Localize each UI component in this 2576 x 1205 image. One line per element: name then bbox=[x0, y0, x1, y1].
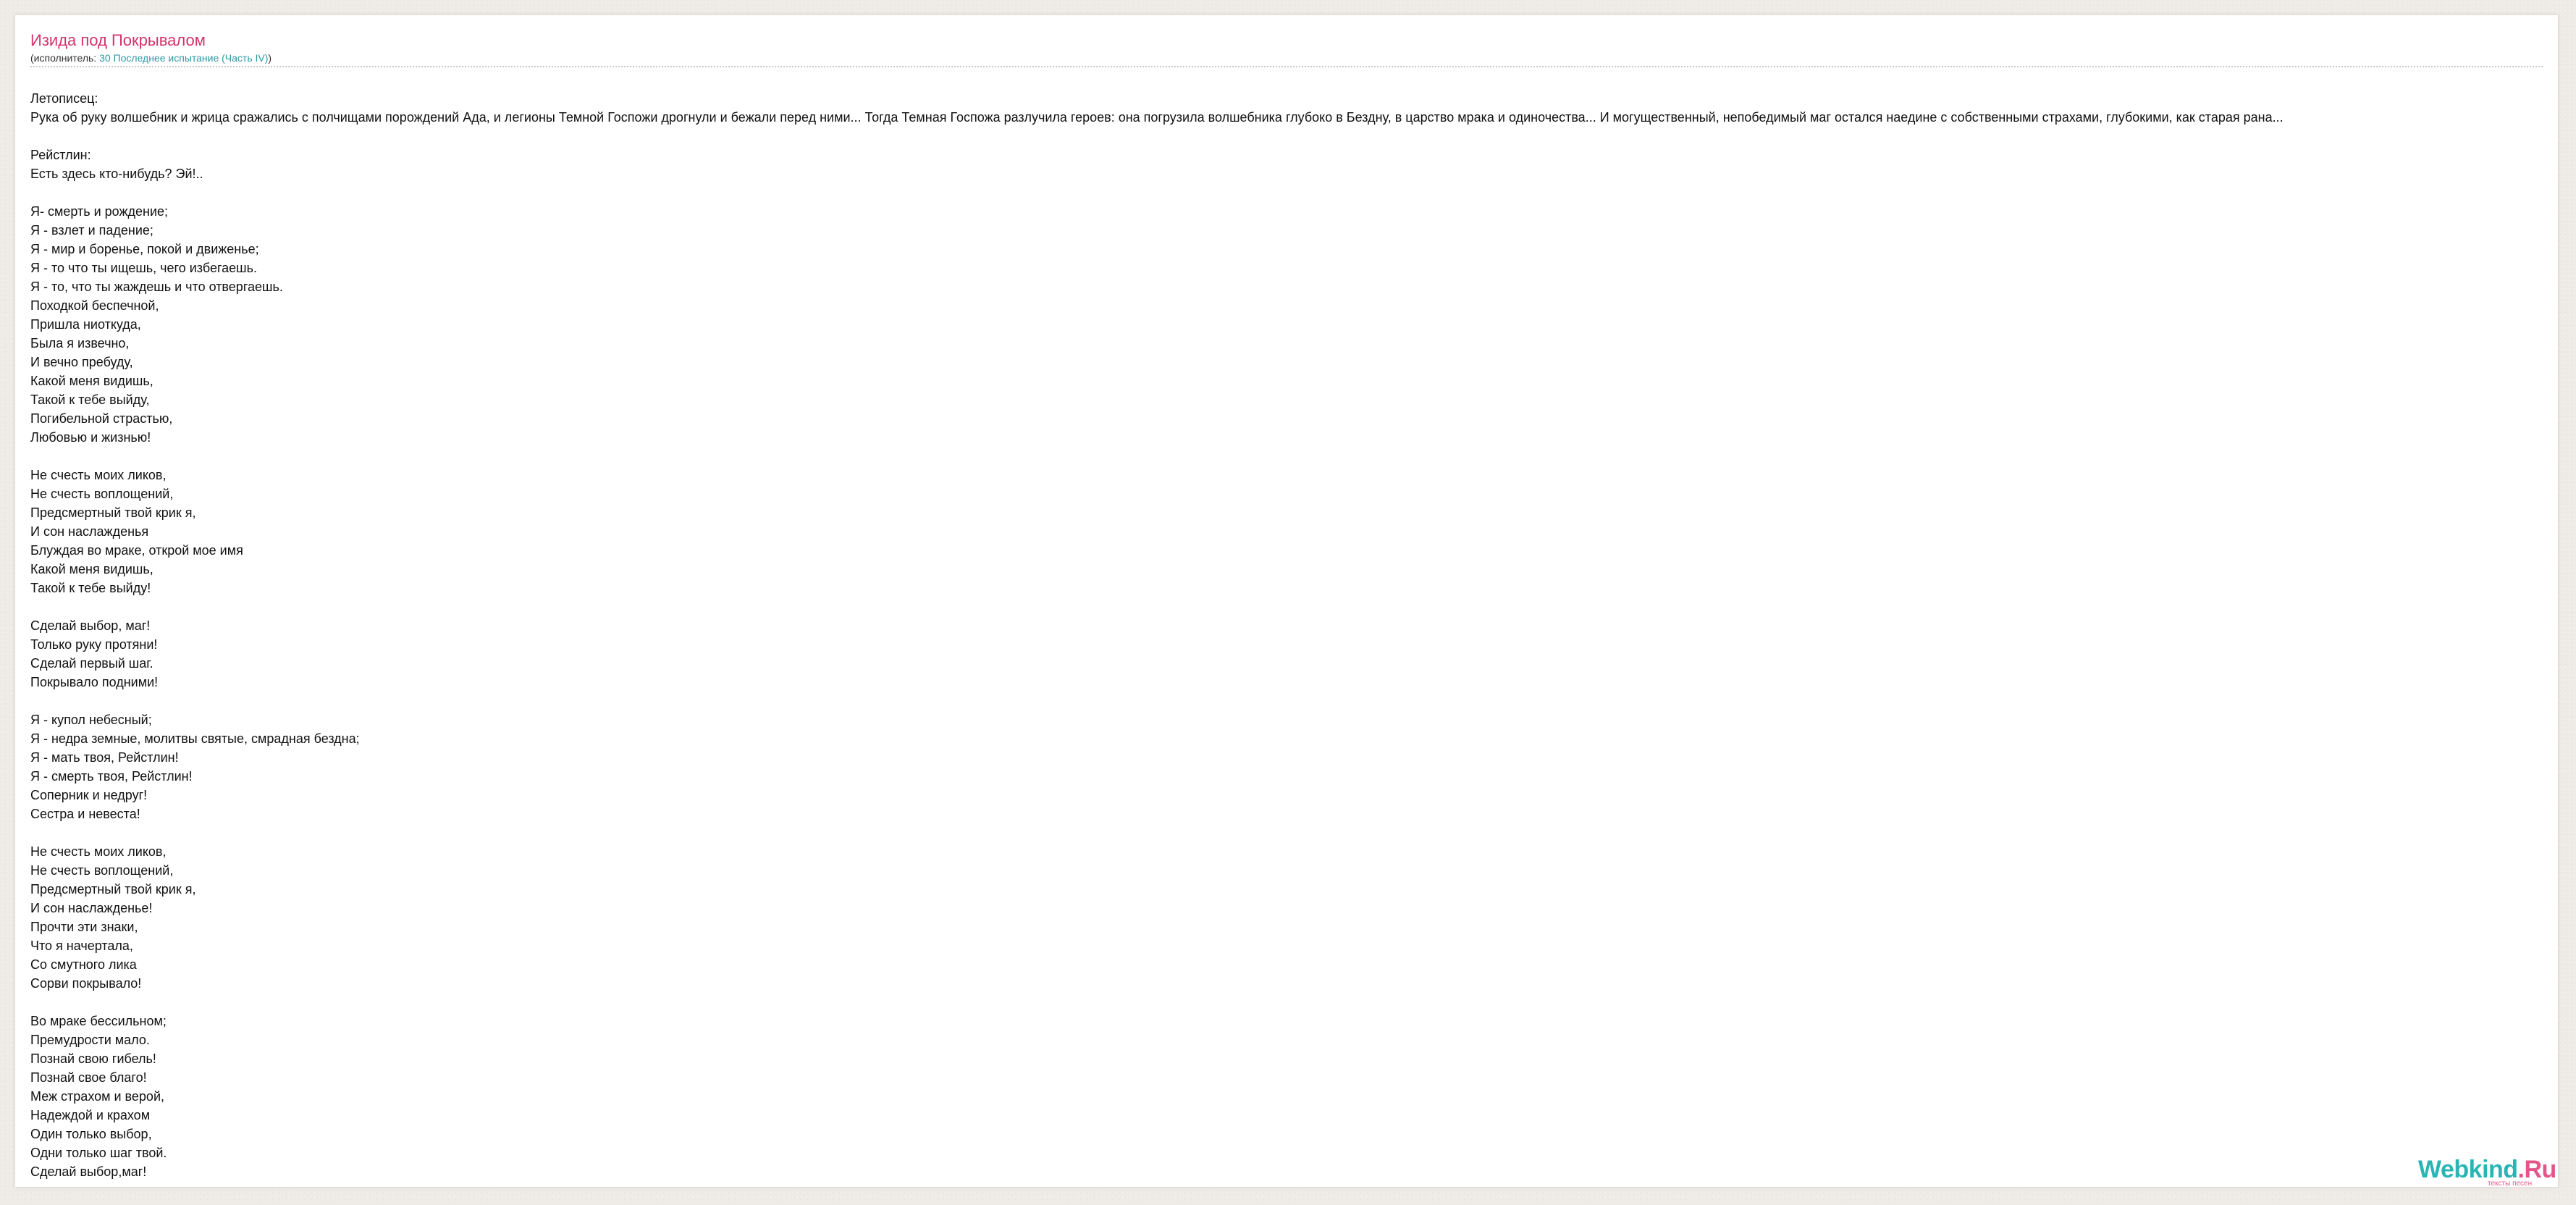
lyric-line: Какой меня видишь, bbox=[30, 562, 153, 576]
lyric-line: Сорви покрывало! bbox=[30, 976, 142, 991]
lyric-line: Познай свою гибель! bbox=[30, 1051, 156, 1066]
lyric-line: Я - то что ты ищешь, чего избегаешь. bbox=[30, 261, 257, 275]
lyric-line: Рейстлин: bbox=[30, 148, 91, 162]
logo-wordmark: Webkind.Ru bbox=[2418, 1157, 2556, 1182]
lyric-line: Походкой беспечной, bbox=[30, 298, 159, 313]
lyric-blank-line bbox=[30, 183, 2558, 202]
lyric-blank-line bbox=[30, 597, 2558, 616]
lyric-line: Надеждой и крахом bbox=[30, 1108, 151, 1122]
lyric-line: Я- смерть и рождение; bbox=[30, 204, 169, 219]
lyric-line: Прочти эти знаки, bbox=[30, 920, 138, 934]
performer-prefix: (исполнитель: bbox=[30, 52, 100, 64]
lyric-line: Сестра и невеста! bbox=[30, 807, 140, 821]
lyric-blank-line bbox=[30, 127, 2558, 146]
lyric-line: Предсмертный твой крик я, bbox=[30, 505, 196, 520]
lyric-line: Блуждая во мраке, открой мое имя bbox=[30, 543, 243, 558]
lyric-line: Только руку протяни! bbox=[30, 637, 158, 652]
lyric-line: Рука об руку волшебник и жрица сражались… bbox=[30, 110, 2284, 125]
lyric-line: Сделай выбор, маг! bbox=[30, 618, 151, 633]
lyric-line: Погибельной страстью, bbox=[30, 411, 173, 426]
performer-suffix: ) bbox=[268, 52, 272, 64]
lyric-line: Соперник и недруг! bbox=[30, 788, 148, 802]
lyric-line: Такой к тебе выйду, bbox=[30, 392, 150, 407]
lyric-line: Я - недра земные, молитвы святые, смрадн… bbox=[30, 731, 360, 746]
lyric-blank-line bbox=[30, 823, 2558, 842]
performer-link[interactable]: 30 Последнее испытание (Часть IV) bbox=[99, 52, 268, 64]
lyric-line: Одни только шаг твой. bbox=[30, 1146, 167, 1160]
lyric-line: И сон наслажденье! bbox=[30, 901, 153, 915]
lyric-line: Во мраке бессильном; bbox=[30, 1014, 167, 1028]
lyric-line: Сделай первый шаг. bbox=[30, 656, 153, 671]
performer-line: (исполнитель: 30 Последнее испытание (Ча… bbox=[30, 51, 2543, 64]
lyrics-text: Летописец: Рука об руку волшебник и жрица… bbox=[30, 89, 2558, 1181]
lyric-line: Сделай выбор,маг! bbox=[30, 1164, 147, 1179]
song-header: Изида под Покрывалом (исполнитель: 30 По… bbox=[30, 30, 2543, 67]
lyric-line: Один только выбор, bbox=[30, 1127, 152, 1141]
lyric-line: Премудрости мало. bbox=[30, 1033, 150, 1047]
lyric-line: Любовью и жизнью! bbox=[30, 430, 151, 445]
lyric-line: Предсмертный твой крик я, bbox=[30, 882, 196, 897]
lyric-line: Покрывало подними! bbox=[30, 675, 159, 689]
lyric-line: Такой к тебе выйду! bbox=[30, 581, 151, 595]
logo-tagline: тексты песен bbox=[2488, 1180, 2533, 1188]
lyric-line: Что я начертала, bbox=[30, 939, 133, 953]
lyric-line: Не счесть воплощений, bbox=[30, 863, 174, 878]
lyric-line: Какой меня видишь, bbox=[30, 374, 153, 388]
lyric-line: Не счесть моих ликов, bbox=[30, 844, 167, 859]
site-logo[interactable]: Webkind.Ru тексты песен bbox=[2418, 1157, 2556, 1191]
lyric-line: Пришла ниоткуда, bbox=[30, 317, 141, 332]
lyric-line: Летописец: bbox=[30, 91, 98, 106]
lyric-line: Не счесть воплощений, bbox=[30, 487, 174, 501]
lyric-line: Я - то, что ты жаждешь и что отвергаешь. bbox=[30, 280, 283, 294]
lyric-blank-line bbox=[30, 692, 2558, 710]
lyric-line: Я - мать твоя, Рейстлин! bbox=[30, 750, 179, 765]
lyric-line: Я - смерть твоя, Рейстлин! bbox=[30, 769, 193, 784]
lyric-line: Я - мир и боренье, покой и движенье; bbox=[30, 242, 259, 256]
lyric-line: Есть здесь кто-нибудь? Эй!.. bbox=[30, 167, 203, 181]
lyric-line: Меж страхом и верой, bbox=[30, 1089, 165, 1104]
lyric-line: Была я извечно, bbox=[30, 336, 130, 350]
lyric-line: И вечно пребуду, bbox=[30, 355, 133, 369]
lyric-line: Познай свое благо! bbox=[30, 1070, 147, 1085]
lyric-line: И сон наслажденья bbox=[30, 524, 149, 539]
lyrics-page: Изида под Покрывалом (исполнитель: 30 По… bbox=[14, 14, 2559, 1188]
lyric-line: Со смутного лика bbox=[30, 957, 137, 972]
lyric-line: Не счесть моих ликов, bbox=[30, 468, 167, 482]
lyric-blank-line bbox=[30, 447, 2558, 466]
lyric-line: Я - купол небесный; bbox=[30, 713, 152, 727]
lyric-blank-line bbox=[30, 993, 2558, 1012]
lyric-line: Я - взлет и падение; bbox=[30, 223, 153, 238]
song-title: Изида под Покрывалом bbox=[30, 31, 206, 49]
